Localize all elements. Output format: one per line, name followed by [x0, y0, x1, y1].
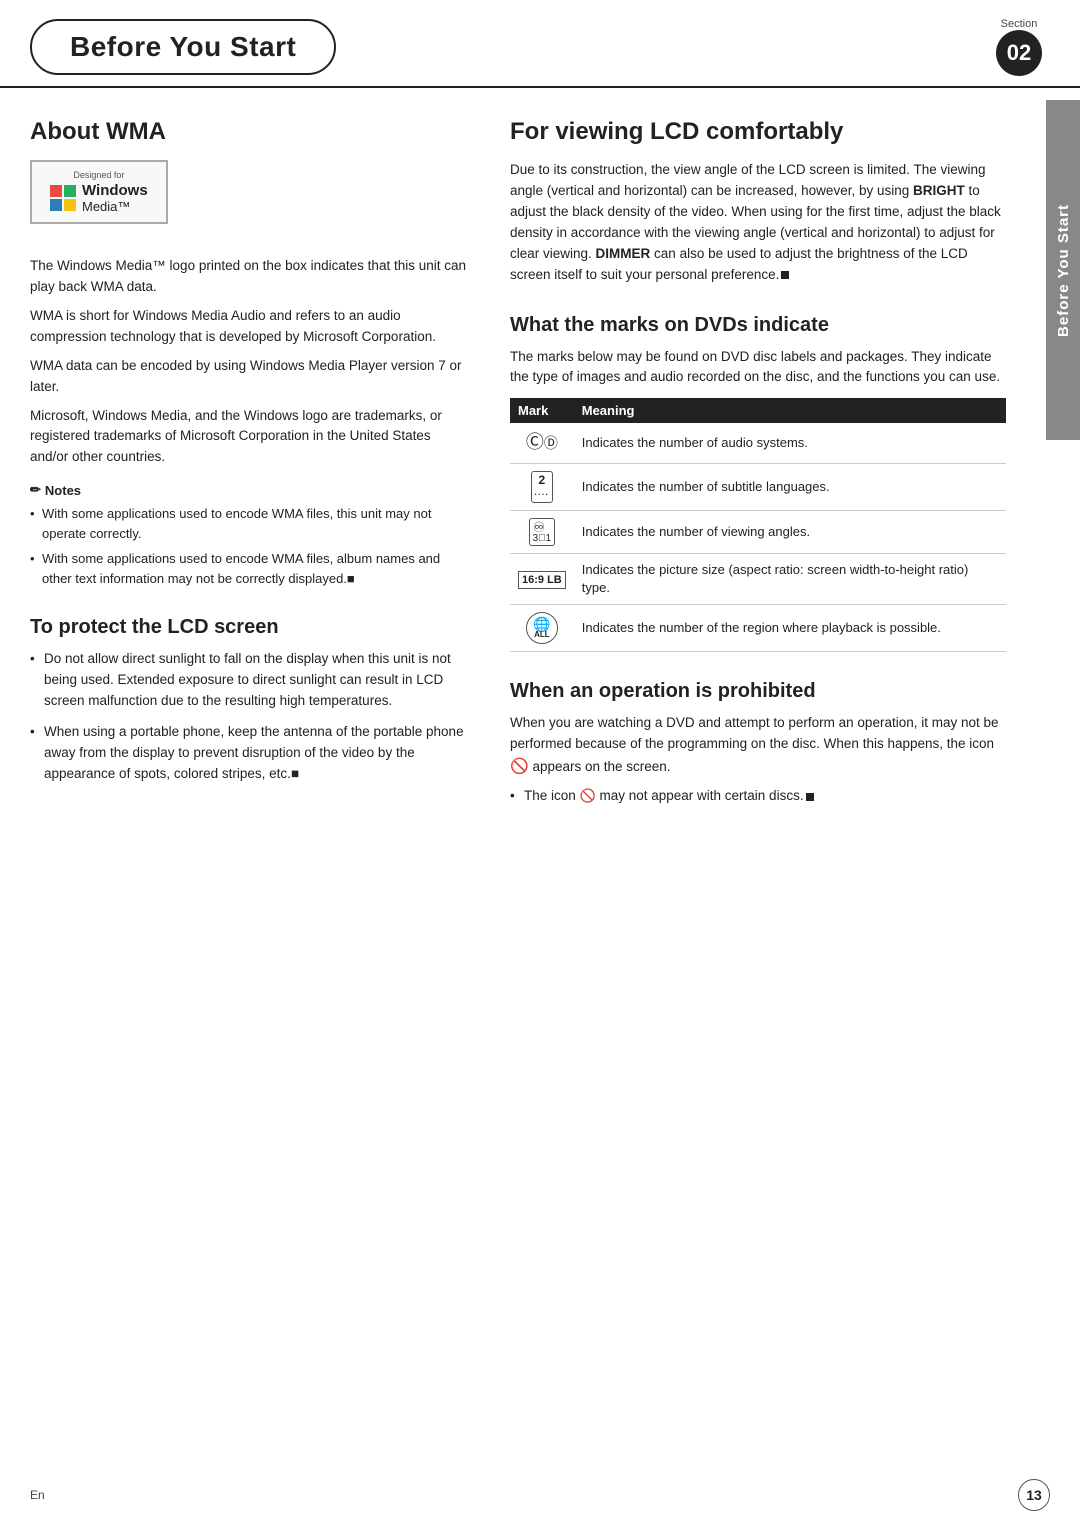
mark-symbol-region: 🌐 ALL [510, 605, 574, 652]
meaning-col-header: Meaning [574, 398, 1006, 423]
prohibited-heading: When an operation is prohibited [510, 680, 1006, 703]
right-column: For viewing LCD comfortably Due to its c… [510, 118, 1050, 1457]
wma-logo-container: Designed for Windows Media™ [30, 160, 470, 240]
bright-keyword: BRIGHT [913, 183, 965, 198]
wma-para-2: WMA is short for Windows Media Audio and… [30, 306, 470, 348]
side-tab: Before You Start [1046, 100, 1080, 440]
lcd-comfort-heading: For viewing LCD comfortably [510, 118, 1006, 146]
page-header: Before You Start Section 02 [0, 0, 1080, 88]
mark-symbol-aspect: 16:9 LB [510, 553, 574, 604]
footer-page-number: 13 [1018, 1479, 1050, 1511]
wma-logo-box: Designed for Windows Media™ [30, 160, 168, 224]
marks-row-region: 🌐 ALL Indicates the number of the region… [510, 605, 1006, 652]
wma-para-1: The Windows Media™ logo printed on the b… [30, 256, 470, 298]
lcd-comfort-text: Due to its construction, the view angle … [510, 160, 1006, 286]
about-wma-section: About WMA Designed for Windows [30, 118, 470, 588]
notes-item-1: With some applications used to encode WM… [30, 504, 470, 543]
section-label: Section [1001, 18, 1038, 30]
mark-meaning-audio: Indicates the number of audio systems. [574, 423, 1006, 463]
section-indicator: Section 02 [996, 18, 1042, 76]
section-number: 02 [996, 30, 1042, 76]
wma-logo-inner: Windows Media™ [50, 182, 148, 214]
dvd-marks-section: What the marks on DVDs indicate The mark… [510, 314, 1006, 653]
marks-row-angles: ♾ 3⃣1 Indicates the number of viewing an… [510, 510, 1006, 553]
prohibited-list: The icon 🚫 may not appear with certain d… [510, 786, 1006, 807]
footer-lang: En [30, 1488, 45, 1502]
end-square-prohibited [806, 793, 814, 801]
marks-row-aspect: 16:9 LB Indicates the picture size (aspe… [510, 553, 1006, 604]
mark-meaning-angles: Indicates the number of viewing angles. [574, 510, 1006, 553]
mark-symbol-subtitle: 2 ···· [510, 463, 574, 510]
mark-meaning-subtitle: Indicates the number of subtitle languag… [574, 463, 1006, 510]
lcd-comfort-section: For viewing LCD comfortably Due to its c… [510, 118, 1006, 286]
prohibited-text: When you are watching a DVD and attempt … [510, 713, 1006, 778]
lcd-protect-item-2: When using a portable phone, keep the an… [30, 722, 470, 785]
mark-symbol-audio: ⒸⒹ [510, 423, 574, 463]
mark-meaning-aspect: Indicates the picture size (aspect ratio… [574, 553, 1006, 604]
main-content: About WMA Designed for Windows [0, 88, 1080, 1487]
mark-symbol-angles: ♾ 3⃣1 [510, 510, 574, 553]
wma-logo-designed: Designed for [73, 170, 124, 180]
dvd-marks-intro: The marks below may be found on DVD disc… [510, 347, 1006, 389]
notes-box: ✏ Notes With some applications used to e… [30, 482, 470, 588]
prohibited-item-1: The icon 🚫 may not appear with certain d… [510, 786, 1006, 807]
notes-title: ✏ Notes [30, 482, 470, 498]
windows-flag-icon [50, 185, 76, 211]
notes-item-2: With some applications used to encode WM… [30, 549, 470, 588]
left-column: About WMA Designed for Windows [30, 118, 470, 1457]
dvd-marks-table: Mark Meaning ⒸⒹ Indicates the number of … [510, 398, 1006, 652]
wma-para-4: Microsoft, Windows Media, and the Window… [30, 406, 470, 469]
wma-logo-media: Media™ [82, 199, 148, 214]
page-title: Before You Start [30, 19, 336, 75]
prohibited-icon-inline: 🚫 [580, 788, 596, 803]
prohibited-section: When an operation is prohibited When you… [510, 680, 1006, 807]
lcd-protect-heading: To protect the LCD screen [30, 616, 470, 639]
mark-col-header: Mark [510, 398, 574, 423]
prohibited-icon: 🚫 [510, 758, 529, 775]
wma-logo-windows: Windows [82, 182, 148, 199]
marks-row-subtitle: 2 ···· Indicates the number of subtitle … [510, 463, 1006, 510]
marks-table-header: Mark Meaning [510, 398, 1006, 423]
end-square-lcd [781, 271, 789, 279]
side-tab-text: Before You Start [1055, 204, 1072, 337]
lcd-protect-item-1: Do not allow direct sunlight to fall on … [30, 649, 470, 712]
dimmer-keyword: DIMMER [596, 246, 651, 261]
about-wma-heading: About WMA [30, 118, 470, 146]
dvd-marks-heading: What the marks on DVDs indicate [510, 314, 1006, 337]
page-footer: En 13 [0, 1479, 1080, 1511]
wma-para-3: WMA data can be encoded by using Windows… [30, 356, 470, 398]
marks-row-audio: ⒸⒹ Indicates the number of audio systems… [510, 423, 1006, 463]
mark-meaning-region: Indicates the number of the region where… [574, 605, 1006, 652]
lcd-protect-section: To protect the LCD screen Do not allow d… [30, 616, 470, 785]
notes-icon: ✏ [30, 482, 41, 498]
notes-list: With some applications used to encode WM… [30, 504, 470, 588]
lcd-protect-list: Do not allow direct sunlight to fall on … [30, 649, 470, 785]
